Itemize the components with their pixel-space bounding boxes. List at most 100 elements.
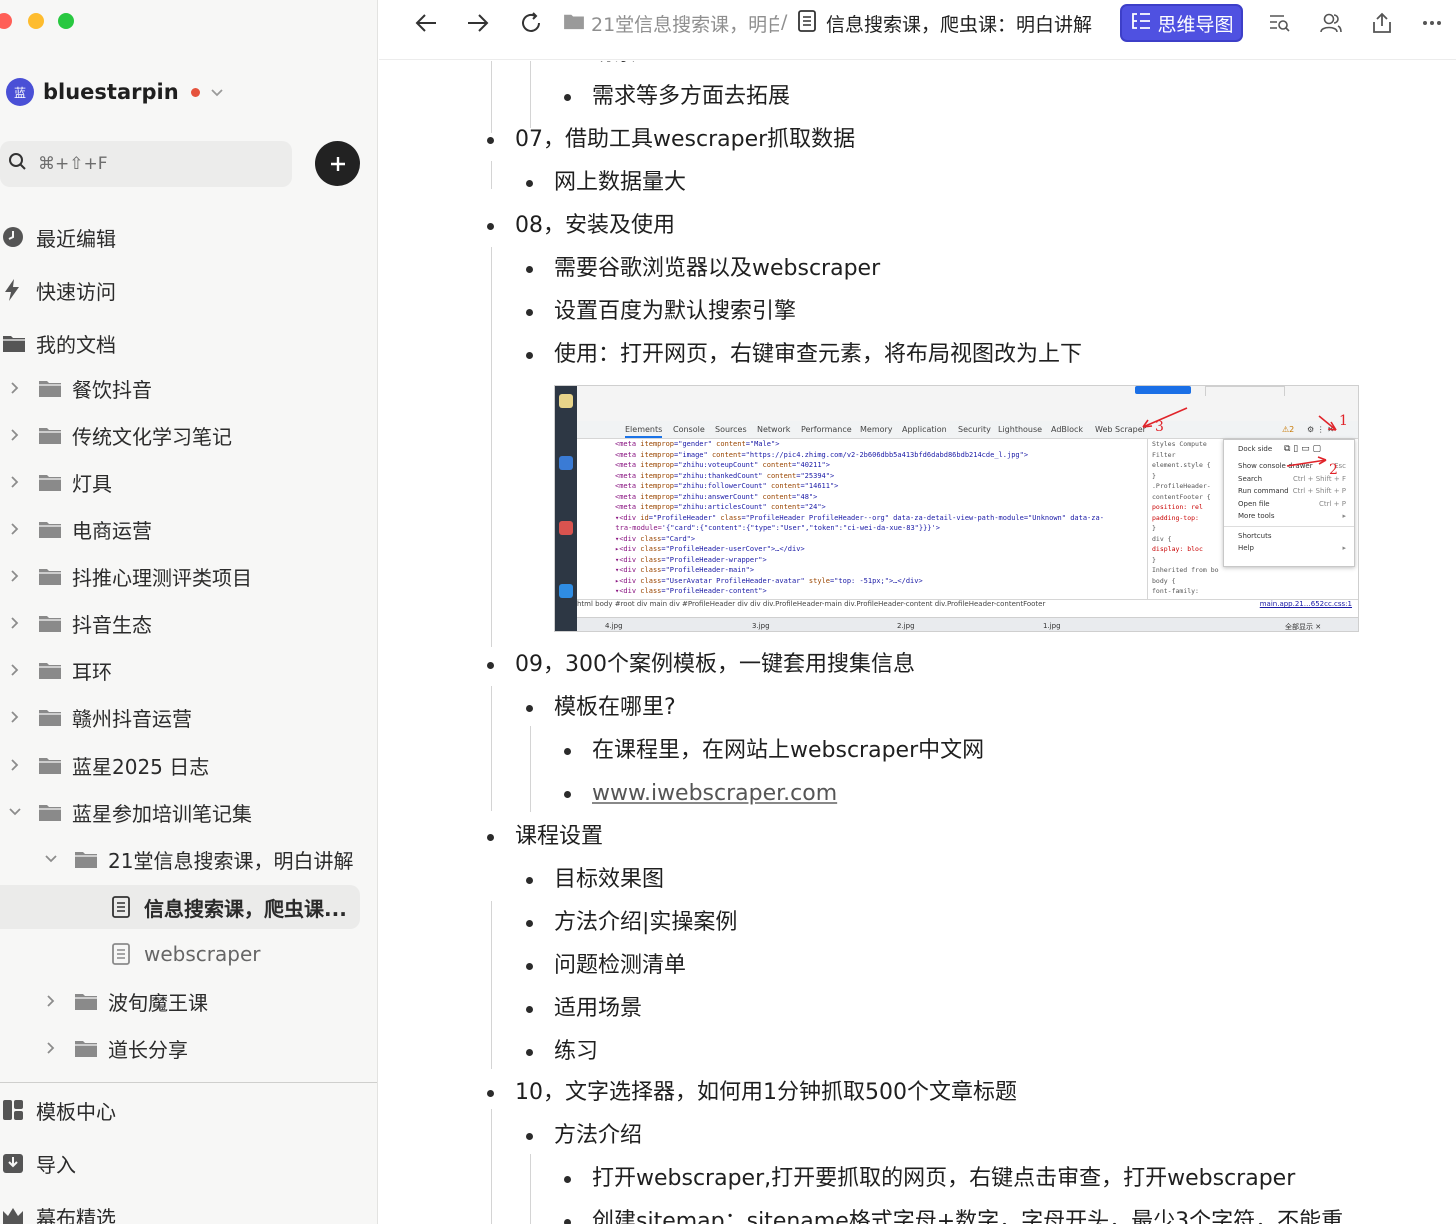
- outline-item[interactable]: 使用：打开网页，右键审查元素，将布局视图改为上下: [554, 338, 1082, 372]
- tree-folder[interactable]: 抖音生态: [0, 601, 360, 645]
- more-button[interactable]: [1419, 8, 1445, 38]
- nav-import[interactable]: 导入: [0, 1143, 76, 1183]
- tree-folder[interactable]: 耳环: [0, 648, 360, 692]
- outline-item[interactable]: 设置百度为默认搜索引擎: [554, 295, 796, 329]
- folder-icon: [74, 1038, 98, 1058]
- bullet-dot[interactable]: [526, 180, 533, 187]
- bullet-dot[interactable]: [487, 137, 494, 144]
- tree-folder[interactable]: 赣州抖音运营: [0, 695, 360, 739]
- chevron-right-icon[interactable]: [10, 569, 20, 583]
- tree-folder[interactable]: 蓝星参加培训笔记集: [0, 790, 360, 834]
- outline-link[interactable]: www.iwebscraper.com: [592, 777, 837, 811]
- outline-item[interactable]: 适用场景: [554, 992, 642, 1026]
- chevron-right-icon[interactable]: [10, 710, 20, 724]
- bullet-dot[interactable]: [564, 748, 571, 755]
- outline-item[interactable]: 打开webscraper,打开要抓取的网页，右键点击审查，打开webscrape…: [592, 1162, 1295, 1196]
- chevron-right-icon[interactable]: [10, 758, 20, 772]
- mindmap-button[interactable]: 思维导图: [1120, 4, 1243, 42]
- chevron-right-icon[interactable]: [10, 663, 20, 677]
- nav-my-docs[interactable]: 我的文档: [0, 323, 116, 363]
- refresh-button[interactable]: [516, 8, 546, 38]
- outline-item[interactable]: 07，借助工具wescraper抓取数据: [515, 123, 855, 157]
- devtools-screenshot[interactable]: Elements Console Sources Network Performance…: [554, 385, 1359, 632]
- outline-item[interactable]: 目标效果图: [554, 863, 664, 897]
- outline-item[interactable]: 需要谷歌浏览器以及webscraper: [554, 252, 880, 286]
- tree-folder[interactable]: 传统文化学习笔记: [0, 413, 360, 457]
- nav-quick-access[interactable]: 快速访问: [0, 270, 116, 310]
- share-button[interactable]: [1369, 8, 1395, 38]
- bullet-dot[interactable]: [487, 223, 494, 230]
- outline-item[interactable]: 10，文字选择器，如何用1分钟抓取500个文章标题: [515, 1076, 1017, 1110]
- back-button[interactable]: [411, 8, 441, 38]
- workspace-switcher[interactable]: 蓝 bluestarpin: [6, 76, 224, 108]
- window-close-button[interactable]: [0, 13, 12, 29]
- outline-item[interactable]: 09，300个案例模板，一键套用搜集信息: [515, 648, 915, 682]
- chevron-right-icon[interactable]: [46, 994, 56, 1008]
- bullet-dot[interactable]: [526, 1006, 533, 1013]
- bullet-dot[interactable]: [487, 662, 494, 669]
- outline-item[interactable]: 方法介绍: [554, 1119, 642, 1153]
- tree-item-label: 蓝星2025 日志: [72, 754, 210, 779]
- folder-icon: [38, 472, 62, 492]
- tree-folder[interactable]: 蓝星2025 日志: [0, 743, 360, 787]
- tree-item-label: 传统文化学习笔记: [72, 424, 232, 449]
- search-input[interactable]: ⌘+⇧+F: [0, 141, 292, 187]
- bullet-dot[interactable]: [526, 1133, 533, 1140]
- bullet-dot[interactable]: [564, 1219, 571, 1224]
- chevron-right-icon[interactable]: [10, 381, 20, 395]
- collaborators-button[interactable]: [1317, 8, 1345, 38]
- outline-search-button[interactable]: [1267, 8, 1293, 38]
- tree-folder[interactable]: 道长分享: [0, 1026, 360, 1070]
- outline-item[interactable]: 场景: [592, 61, 636, 71]
- chevron-right-icon[interactable]: [10, 475, 20, 489]
- outline-item[interactable]: 问题检测清单: [554, 949, 686, 983]
- nav-label: 快速访问: [36, 279, 116, 304]
- bullet-dot[interactable]: [526, 920, 533, 927]
- bullet-dot[interactable]: [526, 1049, 533, 1056]
- chevron-right-icon[interactable]: [46, 1041, 56, 1055]
- outline-item[interactable]: 08，安装及使用: [515, 209, 675, 243]
- chevron-down-icon[interactable]: [8, 807, 22, 817]
- tree-document[interactable]: 信息搜索课，爬虫课...: [0, 885, 360, 929]
- bullet-dot[interactable]: [526, 352, 533, 359]
- tree-document[interactable]: webscraper: [0, 932, 360, 976]
- outline-item[interactable]: 方法介绍|实操案例: [554, 906, 737, 940]
- window-zoom-button[interactable]: [58, 13, 74, 29]
- tree-folder[interactable]: 电商运营: [0, 507, 360, 551]
- outline-item[interactable]: 网上数据量大: [554, 166, 686, 200]
- outline-item[interactable]: 练习: [554, 1035, 598, 1069]
- chevron-down-icon[interactable]: [44, 854, 58, 864]
- outline-item[interactable]: 模板在哪里?: [554, 691, 676, 725]
- outline-item[interactable]: 需求等多方面去拓展: [592, 80, 790, 114]
- tree-folder[interactable]: 波旬魔王课: [0, 979, 360, 1023]
- outline-item[interactable]: 创建sitemap：sitename格式字母+数字，字母开头，最少3个字符，不能…: [592, 1205, 1343, 1224]
- bullet-dot[interactable]: [487, 1090, 494, 1097]
- chevron-right-icon[interactable]: [10, 428, 20, 442]
- tree-folder[interactable]: 餐饮抖音: [0, 366, 360, 410]
- forward-button[interactable]: [463, 8, 493, 38]
- breadcrumb-parent[interactable]: 21堂信息搜索课，明白讲解: [563, 8, 785, 38]
- bullet-dot[interactable]: [564, 1176, 571, 1183]
- nav-featured[interactable]: 幕布精选: [0, 1196, 116, 1224]
- bullet-dot[interactable]: [564, 791, 571, 798]
- outline-item[interactable]: 在课程里，在网站上webscraper中文网: [592, 734, 984, 768]
- folder-icon: [38, 378, 62, 398]
- folder-icon: [563, 12, 585, 35]
- bullet-dot[interactable]: [564, 94, 571, 101]
- bullet-dot[interactable]: [526, 705, 533, 712]
- bullet-dot[interactable]: [526, 963, 533, 970]
- chevron-right-icon[interactable]: [10, 522, 20, 536]
- nav-templates[interactable]: 模板中心: [0, 1090, 116, 1130]
- tree-folder[interactable]: 21堂信息搜索课，明白讲解: [0, 837, 360, 881]
- bullet-dot[interactable]: [526, 266, 533, 273]
- tree-folder[interactable]: 抖推心理测评类项目: [0, 554, 360, 598]
- new-document-button[interactable]: [315, 141, 360, 186]
- nav-recent[interactable]: 最近编辑: [0, 217, 116, 257]
- outline-item[interactable]: 课程设置: [515, 820, 603, 854]
- chevron-right-icon[interactable]: [10, 616, 20, 630]
- tree-folder[interactable]: 灯具: [0, 460, 360, 504]
- bullet-dot[interactable]: [526, 877, 533, 884]
- bullet-dot[interactable]: [526, 309, 533, 316]
- window-minimize-button[interactable]: [28, 13, 44, 29]
- bullet-dot[interactable]: [487, 834, 494, 841]
